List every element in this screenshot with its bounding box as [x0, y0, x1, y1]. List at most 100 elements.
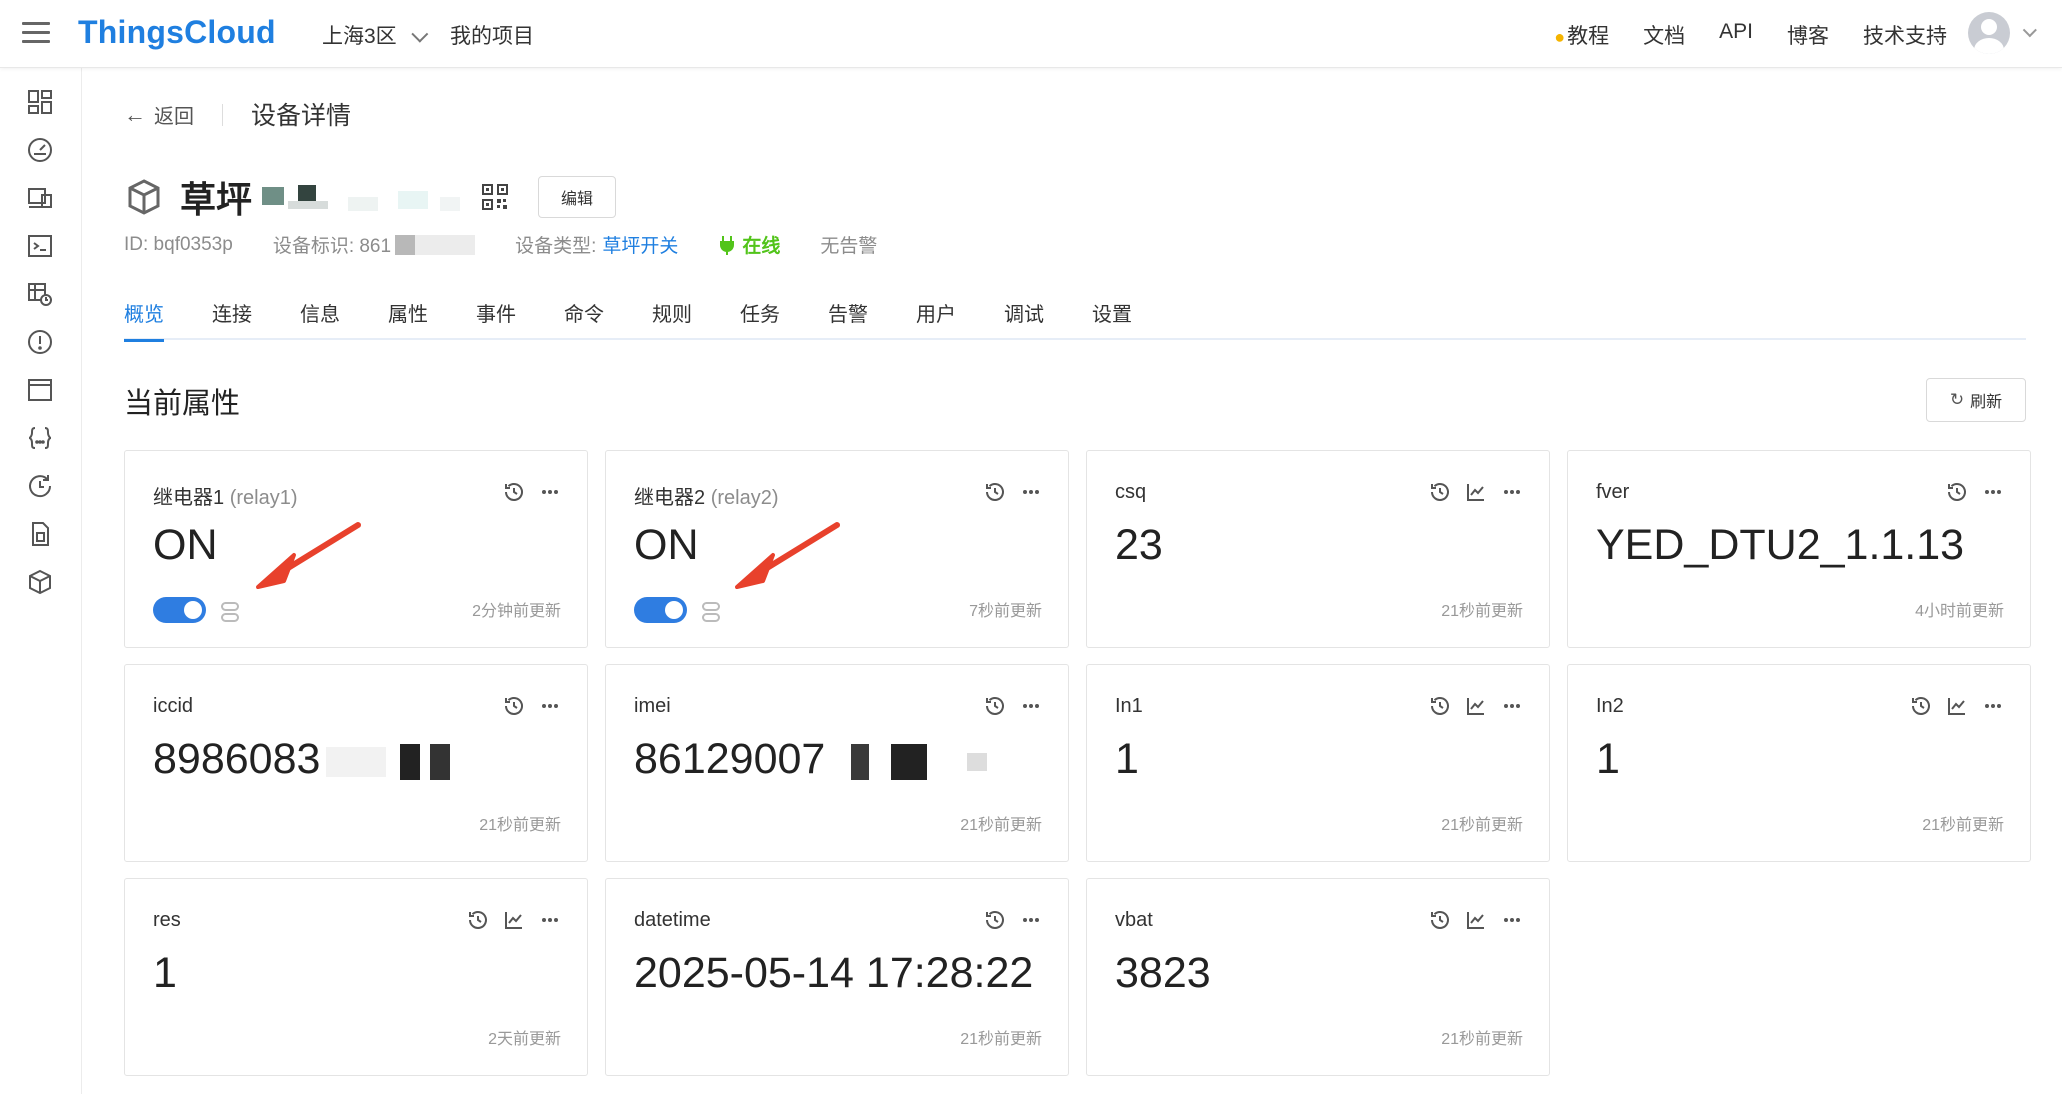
nav-docs[interactable]: 文档 [1643, 20, 1685, 50]
tab-rules[interactable]: 规则 [652, 298, 692, 340]
more-icon[interactable] [1501, 909, 1523, 931]
tab-connection[interactable]: 连接 [212, 298, 252, 340]
line-chart-icon[interactable] [1465, 481, 1487, 503]
history-icon[interactable] [503, 481, 525, 503]
history-icon[interactable] [1429, 695, 1451, 717]
relay-toggle-switch[interactable] [634, 597, 687, 623]
tab-commands[interactable]: 命令 [564, 298, 604, 340]
my-projects-link[interactable]: 我的项目 [450, 20, 534, 50]
line-chart-icon[interactable] [1946, 695, 1968, 717]
lightbulb-icon: ● [1554, 27, 1566, 47]
tab-info[interactable]: 信息 [300, 298, 340, 340]
property-name: In2 [1596, 695, 1624, 717]
relay-toggle-switch[interactable] [153, 597, 206, 623]
more-icon[interactable] [539, 695, 561, 717]
history-icon[interactable] [503, 695, 525, 717]
history-icon[interactable] [26, 472, 54, 500]
nav-support[interactable]: 技术支持 [1863, 20, 1947, 50]
redacted-block [967, 752, 988, 771]
terminal-icon[interactable] [26, 232, 54, 260]
line-chart-icon[interactable] [1465, 909, 1487, 931]
tab-bar: 概览 连接 信息 属性 事件 命令 规则 任务 告警 用户 调试 设置 [124, 298, 2026, 342]
device-type: 设备类型: 草坪开关 [515, 231, 678, 258]
history-icon[interactable] [984, 481, 1006, 503]
more-icon[interactable] [1982, 481, 2004, 503]
gauge-icon[interactable] [26, 136, 54, 164]
history-icon[interactable] [1429, 481, 1451, 503]
region-selector[interactable]: 上海3区 [322, 20, 429, 50]
tab-alarms[interactable]: 告警 [828, 298, 868, 340]
sim-card-icon[interactable] [26, 520, 54, 548]
more-icon[interactable] [539, 481, 561, 503]
tab-attributes[interactable]: 属性 [388, 298, 428, 340]
refresh-button[interactable]: ↻ 刷新 [1926, 378, 2026, 422]
redacted-block [400, 743, 421, 780]
property-value: YED_DTU2_1.1.13 [1596, 521, 1965, 569]
tab-settings[interactable]: 设置 [1092, 298, 1132, 340]
device-identifier-label: 设备标识: 861 [272, 236, 392, 257]
alarm-status: 无告警 [820, 236, 878, 257]
history-icon[interactable] [1910, 695, 1932, 717]
toggle-mode-icon[interactable] [701, 601, 721, 623]
nav-api[interactable]: API [1719, 20, 1753, 50]
updated-time: 7秒前更新 [969, 603, 1042, 620]
property-name: imei [634, 695, 671, 717]
tab-debug[interactable]: 调试 [1004, 298, 1044, 340]
redacted-block [891, 743, 928, 780]
updated-time: 21秒前更新 [960, 817, 1042, 834]
toggle-mode-icon[interactable] [220, 601, 240, 623]
nav-tutorial[interactable]: ●教程 [1554, 20, 1609, 50]
tab-users[interactable]: 用户 [916, 298, 956, 340]
card-tools [1429, 481, 1523, 503]
device-header: 草坪 编辑 [124, 172, 617, 222]
devices-icon[interactable] [26, 184, 54, 212]
back-button[interactable]: ← 返回 [124, 100, 194, 129]
more-icon[interactable] [1020, 481, 1042, 503]
device-type-link[interactable]: 草坪开关 [602, 231, 678, 258]
redacted-block [851, 743, 870, 780]
history-icon[interactable] [1429, 909, 1451, 931]
property-card-datetime: datetime 2025-05-14 17:28:22 21秒前更新 [605, 878, 1069, 1076]
history-icon[interactable] [467, 909, 489, 931]
tab-events[interactable]: 事件 [476, 298, 516, 340]
property-value: 86129007 [634, 735, 988, 784]
dashboard-icon[interactable] [26, 88, 54, 116]
top-nav: ●教程 文档 API 博客 技术支持 [1554, 20, 1947, 50]
history-icon[interactable] [984, 909, 1006, 931]
more-icon[interactable] [1020, 695, 1042, 717]
logo[interactable]: ThingsCloud [78, 14, 276, 51]
code-braces-icon[interactable] [26, 424, 54, 452]
line-chart-icon[interactable] [1465, 695, 1487, 717]
alert-icon[interactable] [26, 328, 54, 356]
qrcode-icon[interactable] [482, 184, 509, 210]
edit-button[interactable]: 编辑 [538, 176, 617, 218]
line-chart-icon[interactable] [503, 909, 525, 931]
property-name: csq [1115, 481, 1147, 503]
page-title: 设备详情 [251, 102, 352, 130]
schedule-icon[interactable] [26, 280, 54, 308]
card-tools [984, 695, 1042, 717]
menu-icon[interactable] [22, 22, 50, 46]
back-label: 返回 [154, 106, 194, 128]
more-icon[interactable] [1501, 481, 1523, 503]
more-icon[interactable] [1982, 695, 2004, 717]
cube-icon [128, 179, 160, 215]
package-icon[interactable] [26, 568, 54, 596]
property-value: 3823 [1115, 949, 1211, 997]
history-icon[interactable] [984, 695, 1006, 717]
more-icon[interactable] [539, 909, 561, 931]
card-tools [503, 695, 561, 717]
more-icon[interactable] [1020, 909, 1042, 931]
updated-time: 2分钟前更新 [472, 603, 561, 620]
redacted-block [326, 746, 387, 777]
user-menu[interactable] [1968, 12, 2037, 54]
window-icon[interactable] [26, 376, 54, 404]
history-icon[interactable] [1946, 481, 1968, 503]
refresh-icon: ↻ [1949, 390, 1965, 409]
property-card-in1: In1 1 21秒前更新 [1086, 664, 1550, 862]
more-icon[interactable] [1501, 695, 1523, 717]
tab-tasks[interactable]: 任务 [740, 298, 780, 340]
tab-overview[interactable]: 概览 [124, 298, 164, 342]
nav-blog[interactable]: 博客 [1787, 20, 1829, 50]
property-value: 23 [1115, 521, 1163, 569]
